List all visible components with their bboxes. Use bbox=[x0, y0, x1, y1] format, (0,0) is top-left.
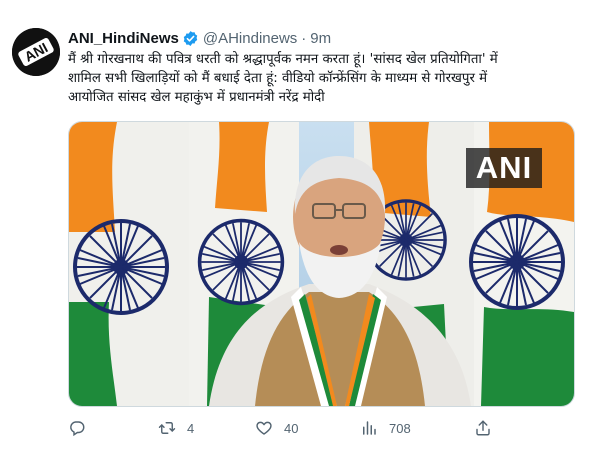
verified-badge-icon bbox=[182, 30, 199, 47]
like-count: 40 bbox=[284, 420, 299, 436]
retweet-icon bbox=[158, 419, 176, 437]
share-icon bbox=[474, 419, 492, 437]
handle[interactable]: @AHindinews bbox=[203, 30, 297, 47]
tweet-text-line: आयोजित सांसद खेल महाकुंभ में प्रधानमंत्र… bbox=[68, 90, 325, 105]
separator-dot: · bbox=[301, 29, 307, 47]
display-name[interactable]: ANI_HindiNews bbox=[68, 30, 179, 47]
tweet-media-image[interactable]: ANI bbox=[68, 121, 575, 407]
tweet-text: मैं श्री गोरखनाथ की पवित्र धरती को श्रद्… bbox=[68, 50, 580, 107]
avatar[interactable]: ANI bbox=[12, 28, 60, 76]
like-button[interactable]: 40 bbox=[255, 417, 298, 439]
tweet-header: ANI_HindiNews @AHindinews · 9m bbox=[68, 28, 331, 48]
reply-icon bbox=[68, 419, 86, 437]
ani-watermark: ANI bbox=[466, 148, 542, 188]
tweet-text-line: शामिल सभी खिलाड़ियों को मैं बधाई देता हू… bbox=[68, 71, 488, 86]
timestamp[interactable]: 9m bbox=[310, 30, 331, 47]
ani-logo: ANI bbox=[12, 28, 60, 76]
reply-button[interactable] bbox=[68, 417, 86, 439]
tweet-text-line: मैं श्री गोरखनाथ की पवित्र धरती को श्रद्… bbox=[68, 52, 498, 67]
tweet-actions: 4 40 708 bbox=[68, 417, 573, 439]
heart-icon bbox=[255, 419, 273, 437]
tweet[interactable]: ANI ANI_HindiNews @AHindinews · 9m मैं श… bbox=[0, 0, 592, 456]
views-count: 708 bbox=[389, 420, 411, 436]
retweet-button[interactable]: 4 bbox=[158, 417, 194, 439]
retweet-count: 4 bbox=[187, 420, 195, 436]
analytics-icon bbox=[360, 419, 378, 437]
share-button[interactable] bbox=[474, 417, 492, 439]
views-button[interactable]: 708 bbox=[360, 417, 411, 439]
